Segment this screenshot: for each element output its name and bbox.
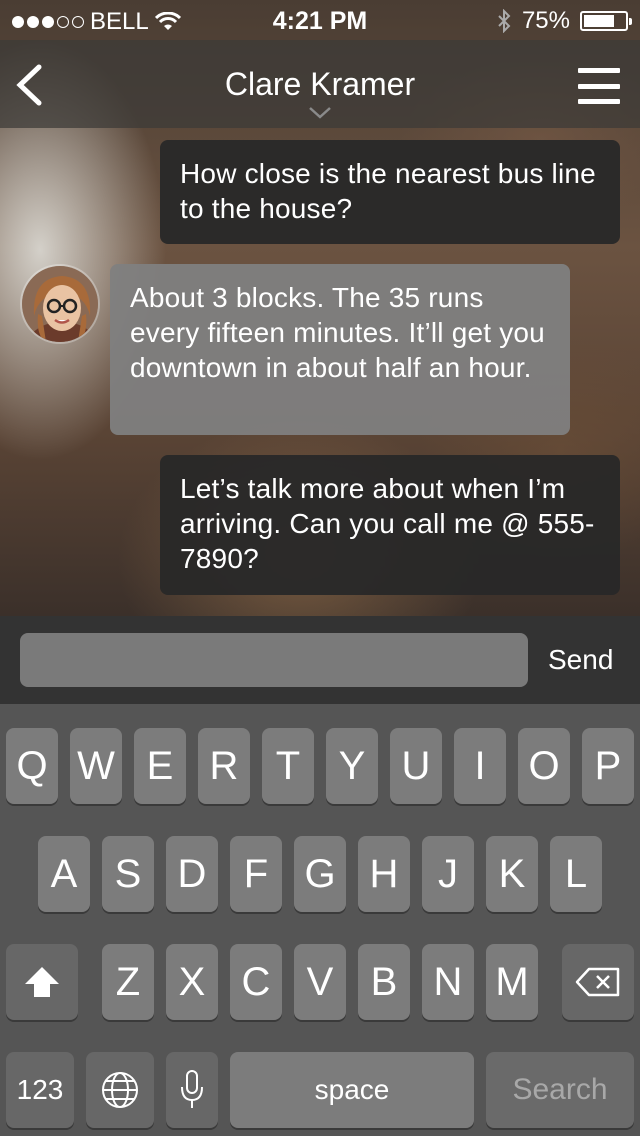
message-bubble-outgoing[interactable]: Let’s talk more about when I’m arriving.…	[160, 455, 620, 595]
key-o[interactable]: O	[518, 728, 570, 804]
space-key[interactable]: space	[230, 1052, 474, 1128]
key-d[interactable]: D	[166, 836, 218, 912]
nav-bar: Clare Kramer	[0, 40, 640, 128]
battery-icon	[580, 11, 632, 31]
key-m[interactable]: M	[486, 944, 538, 1020]
globe-icon	[102, 1072, 138, 1108]
bluetooth-icon	[498, 9, 511, 33]
search-key[interactable]: Search	[486, 1052, 634, 1128]
send-button[interactable]: Send	[548, 644, 613, 676]
key-g[interactable]: G	[294, 836, 346, 912]
key-v[interactable]: V	[294, 944, 346, 1020]
key-u[interactable]: U	[390, 728, 442, 804]
key-y[interactable]: Y	[326, 728, 378, 804]
key-c[interactable]: C	[230, 944, 282, 1020]
key-k[interactable]: K	[486, 836, 538, 912]
key-i[interactable]: I	[454, 728, 506, 804]
dictation-key[interactable]	[166, 1052, 218, 1128]
key-e[interactable]: E	[134, 728, 186, 804]
key-r[interactable]: R	[198, 728, 250, 804]
key-a[interactable]: A	[38, 836, 90, 912]
shift-icon	[25, 967, 59, 997]
key-f[interactable]: F	[230, 836, 282, 912]
key-l[interactable]: L	[550, 836, 602, 912]
status-bar: BELL 4:21 PM 75%	[0, 0, 640, 40]
message-bubble-incoming[interactable]: About 3 blocks. The 35 runs every fiftee…	[110, 264, 570, 435]
message-input[interactable]	[20, 633, 528, 687]
globe-key[interactable]	[86, 1052, 154, 1128]
message-bubble-outgoing[interactable]: How close is the nearest bus line to the…	[160, 140, 620, 244]
key-z[interactable]: Z	[102, 944, 154, 1020]
key-j[interactable]: J	[422, 836, 474, 912]
key-p[interactable]: P	[582, 728, 634, 804]
key-s[interactable]: S	[102, 836, 154, 912]
key-b[interactable]: B	[358, 944, 410, 1020]
contact-avatar[interactable]	[20, 264, 100, 344]
backspace-icon	[575, 967, 620, 997]
key-n[interactable]: N	[422, 944, 474, 1020]
delete-key[interactable]	[562, 944, 634, 1020]
key-x[interactable]: X	[166, 944, 218, 1020]
status-right: 75%	[496, 7, 632, 35]
keyboard: QWERTYUIOP ASDFGHJKL ZXCVBNM 123 space S…	[0, 704, 640, 1136]
key-w[interactable]: W	[70, 728, 122, 804]
chevron-down-icon[interactable]	[308, 106, 332, 120]
numbers-key[interactable]: 123	[6, 1052, 74, 1128]
key-h[interactable]: H	[358, 836, 410, 912]
key-q[interactable]: Q	[6, 728, 58, 804]
battery-level	[584, 15, 614, 27]
conversation-title[interactable]: Clare Kramer	[0, 66, 640, 103]
hamburger-menu-icon[interactable]	[578, 68, 620, 104]
key-t[interactable]: T	[262, 728, 314, 804]
message-composer: Send	[0, 616, 640, 704]
microphone-icon	[181, 1070, 203, 1108]
shift-key[interactable]	[6, 944, 78, 1020]
battery-percent: 75%	[521, 7, 570, 34]
